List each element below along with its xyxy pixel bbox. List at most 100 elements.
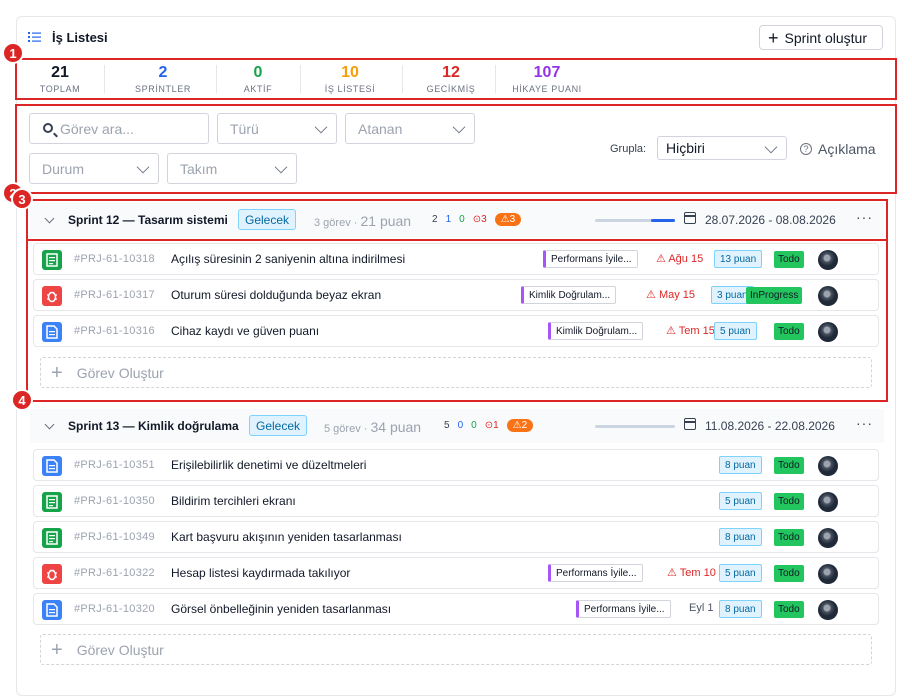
task-row[interactable]: #PRJ-61-10350 Bildirim tercihleri ekranı 5… xyxy=(33,485,879,517)
stat-sprints: 2 SPRİNTLER xyxy=(118,64,208,94)
plus-icon: + xyxy=(51,361,63,384)
epic-tag[interactable]: Kimlik Doğrulam... xyxy=(521,286,617,304)
task-id[interactable]: #PRJ-61-10350 xyxy=(74,495,155,507)
task-title[interactable]: Cihaz kaydı ve güven puanı xyxy=(171,324,319,338)
sprint-points: 34 puan xyxy=(370,419,422,435)
assignee-select[interactable]: Atanan xyxy=(345,113,475,144)
warning-count: 2 xyxy=(521,420,528,431)
status-badge[interactable]: InProgress xyxy=(746,287,803,304)
avatar[interactable] xyxy=(818,492,838,512)
task-row[interactable]: #PRJ-61-10317 Oturum süresi dolduğunda be… xyxy=(33,279,879,311)
task-title[interactable]: Bildirim tercihleri ekranı xyxy=(171,494,296,508)
task-row[interactable]: #PRJ-61-10349 Kart başvuru akışının yenid… xyxy=(33,521,879,553)
status-badge[interactable]: Todo xyxy=(774,493,804,510)
task-id[interactable]: #PRJ-61-10317 xyxy=(74,289,155,301)
story-icon xyxy=(42,492,62,512)
task-id[interactable]: #PRJ-61-10349 xyxy=(74,531,155,543)
avatar[interactable] xyxy=(818,456,838,476)
help-icon: ? xyxy=(800,143,812,155)
sprint-task-count: 5 görev xyxy=(324,423,361,435)
story-points-badge[interactable]: 5 puan xyxy=(719,564,762,582)
task-id[interactable]: #PRJ-61-10316 xyxy=(74,325,155,337)
avatar[interactable] xyxy=(818,528,838,548)
sprint-counters: 5 0 0 ⊙1 ⚠2 xyxy=(444,419,534,432)
task-title[interactable]: Görsel önbelleğinin yeniden tasarlanması xyxy=(171,602,391,616)
status-badge[interactable]: Todo xyxy=(774,457,804,474)
story-points-badge[interactable]: 8 puan xyxy=(719,456,762,474)
stat-label: GECİKMİŞ xyxy=(426,84,476,94)
task-title[interactable]: Erişilebilirlik denetimi ve düzeltmeleri xyxy=(171,458,366,472)
due-date: ⚠ Ağu 15 xyxy=(656,252,703,265)
group-by-label: Grupla: xyxy=(610,143,647,155)
due-date-value: Tem 15 xyxy=(678,325,715,337)
epic-tag[interactable]: Kimlik Doğrulam... xyxy=(548,322,644,340)
task-title[interactable]: Hesap listesi kaydırmada takılıyor xyxy=(171,566,350,580)
search-icon xyxy=(43,123,53,133)
avatar[interactable] xyxy=(818,564,838,584)
calendar-icon xyxy=(684,418,696,430)
task-title[interactable]: Oturum süresi dolduğunda beyaz ekran xyxy=(171,288,381,302)
task-title[interactable]: Açılış süresinin 2 saniyenin altına indi… xyxy=(171,252,405,266)
team-select[interactable]: Takım xyxy=(167,153,297,184)
avatar[interactable] xyxy=(818,250,838,270)
task-row[interactable]: #PRJ-61-10316 Cihaz kaydı ve güven puanı K… xyxy=(33,315,879,347)
avatar[interactable] xyxy=(818,322,838,342)
stats-bar: 21 TOPLAM 2 SPRİNTLER 0 AKTİF 10 İŞ LİSTESİ … xyxy=(15,58,897,100)
search-input[interactable]: Görev ara... xyxy=(29,113,209,144)
list-icon xyxy=(28,32,41,42)
plus-icon: + xyxy=(768,27,779,48)
avatar[interactable] xyxy=(818,600,838,620)
warning-icon: ⚠ xyxy=(646,289,656,301)
warning-icon: ⚠ xyxy=(512,420,522,431)
create-task-button[interactable]: + Görev Oluştur xyxy=(40,634,872,665)
annotation-badge: 3 xyxy=(11,188,33,210)
group-by-select[interactable]: Hiçbiri xyxy=(657,136,787,160)
warning-icon: ⚠ xyxy=(656,253,666,265)
story-points-badge[interactable]: 13 puan xyxy=(714,250,763,268)
epic-tag[interactable]: Performans İyile... xyxy=(543,250,638,268)
task-id[interactable]: #PRJ-61-10322 xyxy=(74,567,155,579)
create-task-button[interactable]: + Görev Oluştur xyxy=(40,357,872,388)
status-badge[interactable]: Todo xyxy=(774,565,804,582)
task-row[interactable]: #PRJ-61-10351 Erişilebilirlik denetimi ve… xyxy=(33,449,879,481)
annotation-badge: 1 xyxy=(2,42,24,64)
stat-value: 2 xyxy=(158,64,168,81)
group-by-value: Hiçbiri xyxy=(666,140,705,156)
task-id[interactable]: #PRJ-61-10320 xyxy=(74,603,155,615)
warning-icon: ⚠ xyxy=(666,325,676,337)
team-select-value: Takım xyxy=(180,160,218,177)
status-badge[interactable]: Todo xyxy=(774,323,804,340)
epic-tag[interactable]: Performans İyile... xyxy=(548,564,643,582)
stat-active: 0 AKTİF xyxy=(233,64,283,94)
clock-alert-icon: ⊙ xyxy=(484,420,494,431)
status-select[interactable]: Durum xyxy=(29,153,159,184)
task-row[interactable]: #PRJ-61-10322 Hesap listesi kaydırmada ta… xyxy=(33,557,879,589)
type-select[interactable]: Türü xyxy=(217,113,337,144)
sprint-dates: 11.08.2026 - 22.08.2026 xyxy=(705,419,835,433)
more-options-icon[interactable]: ··· xyxy=(856,415,873,431)
task-id[interactable]: #PRJ-61-10318 xyxy=(74,253,155,265)
status-badge[interactable]: Todo xyxy=(774,601,804,618)
divider xyxy=(104,65,105,93)
story-points-badge[interactable]: 8 puan xyxy=(719,600,762,618)
epic-tag[interactable]: Performans İyile... xyxy=(576,600,671,618)
task-row[interactable]: #PRJ-61-10318 Açılış süresinin 2 saniyeni… xyxy=(33,243,879,275)
create-sprint-button[interactable]: + Sprint oluştur xyxy=(759,25,883,50)
sprint-header[interactable]: Sprint 13 — Kimlik doğrulama Gelecek 5 g… xyxy=(30,409,884,443)
task-id[interactable]: #PRJ-61-10351 xyxy=(74,459,155,471)
sprint-progress-bar xyxy=(595,425,675,428)
chevron-down-icon[interactable] xyxy=(44,419,55,430)
task-title[interactable]: Kart başvuru akışının yeniden tasarlanma… xyxy=(171,530,402,544)
status-badge[interactable]: Todo xyxy=(774,251,804,268)
task-icon xyxy=(42,322,62,342)
story-points-badge[interactable]: 5 puan xyxy=(719,492,762,510)
stat-value: 10 xyxy=(341,64,359,81)
story-points-badge[interactable]: 8 puan xyxy=(719,528,762,546)
legend-button[interactable]: ? Açıklama xyxy=(800,141,876,157)
status-badge[interactable]: Todo xyxy=(774,529,804,546)
story-points-badge[interactable]: 5 puan xyxy=(714,322,757,340)
avatar[interactable] xyxy=(818,286,838,306)
divider xyxy=(402,65,403,93)
warning-icon: ⚠ xyxy=(667,567,677,579)
task-row[interactable]: #PRJ-61-10320 Görsel önbelleğinin yeniden… xyxy=(33,593,879,625)
